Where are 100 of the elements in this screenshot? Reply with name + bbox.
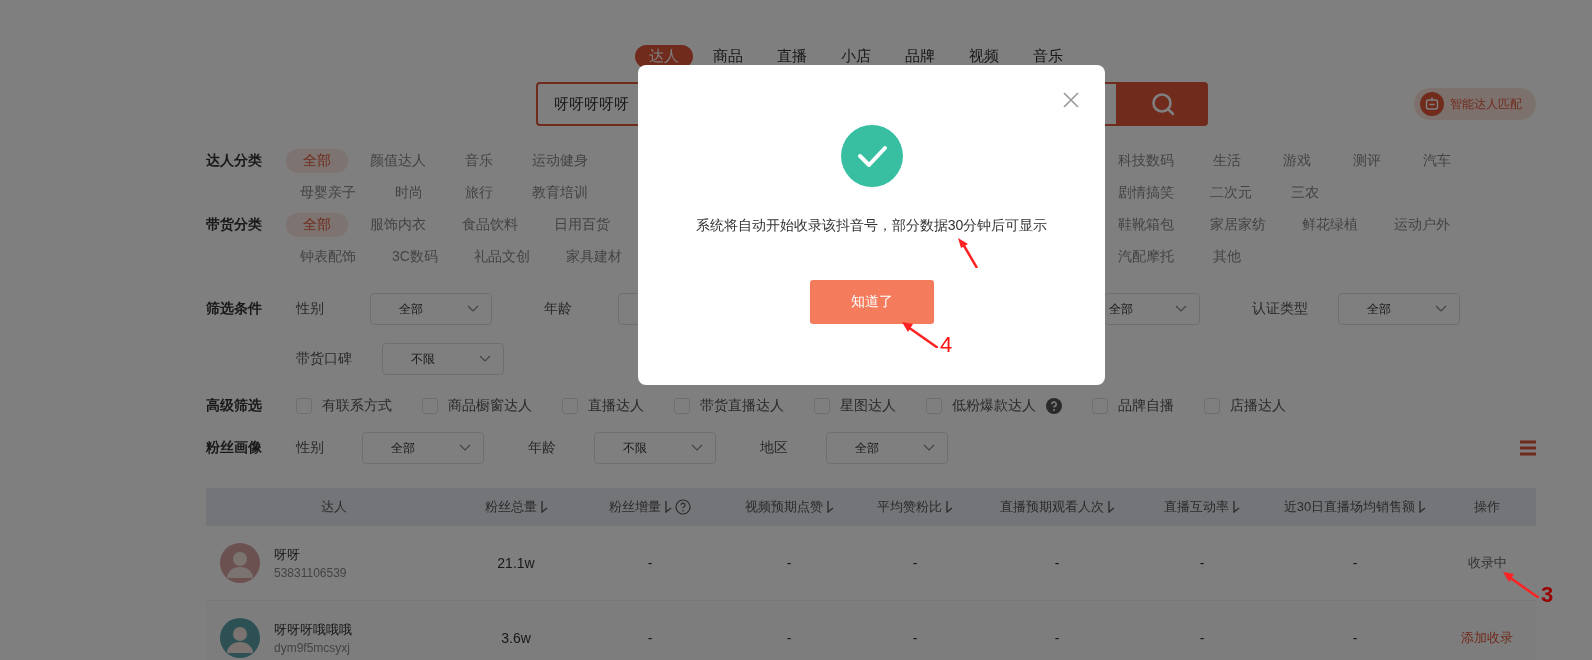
category-option[interactable]: 生活	[1196, 149, 1258, 173]
category-option[interactable]: 颜值达人	[356, 149, 440, 173]
checkbox-label: 带货直播达人	[700, 397, 784, 415]
sort-icon[interactable]	[825, 501, 834, 513]
checkbox-label: 低粉爆款达人	[952, 397, 1036, 415]
category-option[interactable]: 全部	[286, 213, 348, 237]
filter-label: 粉丝画像	[206, 439, 263, 457]
field-label: 带货口碑	[295, 350, 353, 368]
sort-icon[interactable]	[945, 501, 953, 513]
table-cell: 3.6w	[501, 630, 531, 646]
category-option[interactable]: 钟表配饰	[286, 245, 370, 269]
category-option[interactable]: 汽配摩托	[1104, 245, 1188, 269]
close-icon[interactable]	[1063, 92, 1079, 108]
column-header[interactable]: 粉丝增量	[609, 498, 661, 516]
sort-icon[interactable]	[664, 501, 672, 513]
table-cell: -	[1199, 630, 1205, 646]
checkbox-label: 有联系方式	[322, 397, 392, 415]
sort-icon[interactable]	[1232, 501, 1240, 513]
column-header[interactable]: 直播互动率	[1164, 498, 1229, 516]
filter-label: 达人分类	[206, 152, 263, 170]
influencer-name[interactable]: 呀呀呀哦哦哦	[274, 621, 352, 639]
status-text: 收录中	[1467, 554, 1507, 572]
field-label: 年龄	[527, 439, 557, 457]
column-header[interactable]: 平均赞粉比	[877, 498, 942, 516]
search-tab[interactable]: 视频	[955, 45, 1013, 68]
category-option[interactable]: 旅行	[448, 181, 510, 205]
checkbox-label: 品牌自播	[1118, 397, 1174, 415]
table-cell: -	[1054, 630, 1060, 646]
checkbox-label: 直播达人	[588, 397, 644, 415]
category-option[interactable]: 科技数码	[1104, 149, 1188, 173]
annotation-number: 3	[1541, 584, 1554, 606]
category-option[interactable]: 教育培训	[518, 181, 602, 205]
category-option[interactable]: 测评	[1336, 149, 1398, 173]
dropdown[interactable]: 不限	[594, 432, 716, 464]
help-icon[interactable]	[1046, 398, 1062, 414]
filter-label: 高级筛选	[206, 397, 263, 415]
dropdown[interactable]: 全部	[826, 432, 948, 464]
menu-icon[interactable]	[1520, 440, 1536, 456]
influencer-name[interactable]: 呀呀	[274, 546, 347, 564]
avatar	[220, 543, 260, 583]
table-cell: -	[1054, 555, 1060, 571]
field-label: 年龄	[543, 300, 573, 318]
column-header[interactable]: 近30日直播场均销售额	[1283, 498, 1416, 516]
search-button[interactable]	[1118, 82, 1208, 126]
search-tab[interactable]: 直播	[763, 45, 821, 68]
category-option[interactable]: 礼品文创	[459, 245, 544, 269]
category-option[interactable]: 家居家纺	[1196, 213, 1280, 237]
category-option[interactable]: 食品饮料	[448, 213, 532, 237]
filter-label: 带货分类	[206, 216, 263, 234]
category-option[interactable]: 3C数码	[378, 245, 452, 269]
search-tab[interactable]: 音乐	[1019, 45, 1077, 68]
column-header: 达人	[321, 498, 347, 516]
category-option[interactable]: 汽车	[1406, 149, 1468, 173]
category-option[interactable]: 游戏	[1266, 149, 1328, 173]
annotation-arrow	[958, 238, 978, 268]
category-option[interactable]: 剧情搞笑	[1104, 181, 1188, 205]
help-icon[interactable]	[675, 499, 691, 515]
dropdown[interactable]: 全部	[1338, 293, 1460, 325]
column-header[interactable]: 直播预期观看人次	[999, 498, 1104, 516]
confirm-button[interactable]: 知道了	[809, 280, 934, 324]
category-option[interactable]: 鞋靴箱包	[1104, 213, 1188, 237]
checkbox-label: 星图达人	[840, 397, 896, 415]
field-label: 性别	[294, 300, 325, 318]
annotation-arrow	[902, 322, 938, 348]
dropdown[interactable]: 不限	[382, 343, 504, 375]
dropdown[interactable]: 全部	[362, 432, 484, 464]
category-option[interactable]: 服饰内衣	[356, 213, 440, 237]
chevron-down-icon	[923, 444, 935, 452]
table-cell: -	[786, 630, 792, 646]
category-option[interactable]: 日用百货	[540, 213, 624, 237]
chevron-down-icon	[459, 444, 471, 452]
influencer-id: 53831106539	[274, 566, 347, 580]
sort-icon[interactable]	[1106, 501, 1115, 513]
column-header: 操作	[1474, 498, 1500, 516]
robot-icon	[1425, 97, 1439, 111]
table-cell: -	[786, 555, 792, 571]
table-cell: -	[912, 630, 918, 646]
dropdown[interactable]: 全部	[370, 293, 492, 325]
category-option[interactable]: 母婴亲子	[286, 181, 370, 205]
table-cell: -	[1352, 555, 1358, 571]
search-tab[interactable]: 商品	[699, 45, 757, 68]
category-option[interactable]: 音乐	[448, 149, 510, 173]
sort-icon[interactable]	[539, 501, 548, 513]
table-cell: -	[647, 555, 653, 571]
search-tab[interactable]: 小店	[827, 45, 885, 68]
success-icon	[840, 125, 903, 187]
avatar	[220, 618, 260, 658]
add-link[interactable]: 添加收录	[1461, 629, 1513, 647]
sort-icon[interactable]	[1418, 501, 1427, 513]
column-header[interactable]: 视频预期点赞	[744, 498, 823, 516]
filter-label: 筛选条件	[206, 300, 263, 318]
chevron-down-icon	[1175, 305, 1187, 313]
table-cell: -	[647, 630, 653, 646]
annotation-number: 4	[940, 334, 953, 356]
column-header[interactable]: 粉丝总量	[484, 498, 537, 516]
category-option[interactable]: 时尚	[378, 181, 440, 205]
field-label: 认证类型	[1251, 300, 1309, 318]
category-option[interactable]: 全部	[286, 149, 348, 173]
search-tab[interactable]: 品牌	[891, 45, 949, 68]
smart-match-button[interactable]: 智能达人匹配	[1414, 88, 1536, 120]
